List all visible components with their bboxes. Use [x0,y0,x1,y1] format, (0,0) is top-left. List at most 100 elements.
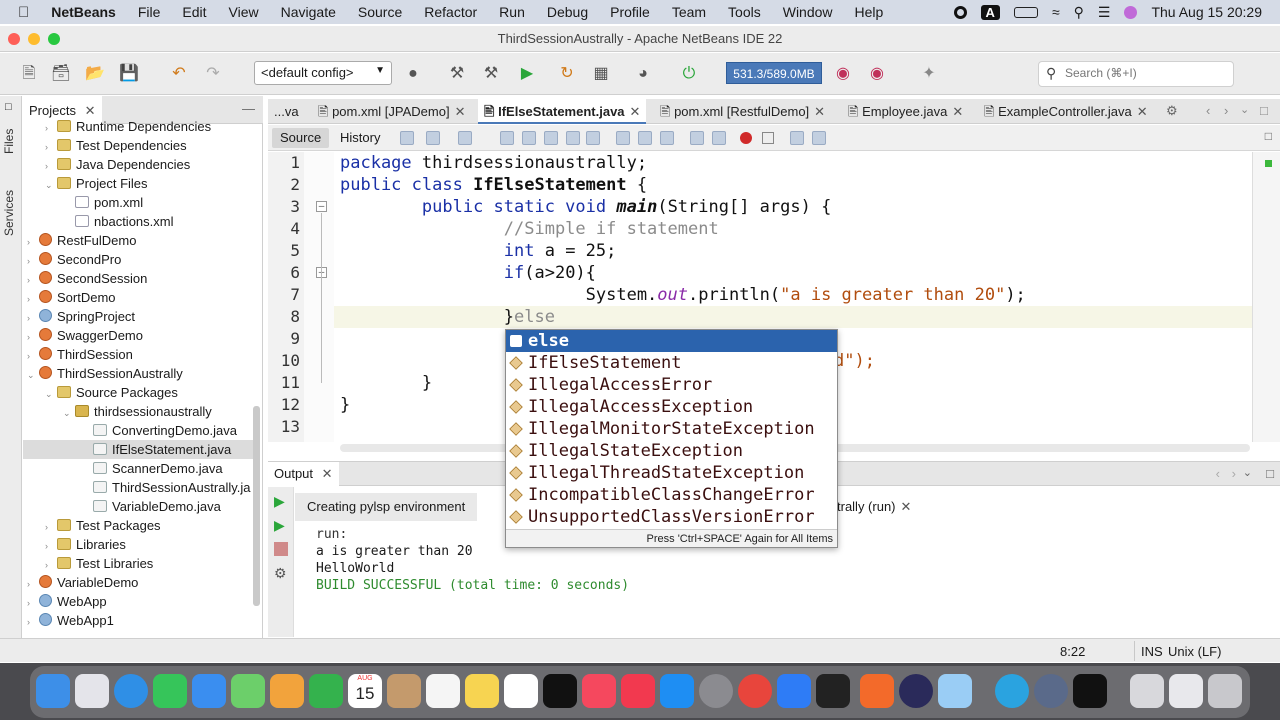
news-icon[interactable] [621,674,655,708]
new-project-icon[interactable]: 🗃 [50,63,72,85]
new-file-icon[interactable]: 🗎 [18,63,40,85]
insert-mode[interactable]: INS [1141,644,1163,659]
menu-file[interactable]: File [127,4,172,20]
tree-item[interactable]: › Test Libraries [23,554,253,573]
activity-monitor-icon[interactable] [816,674,850,708]
menu-window[interactable]: Window [772,4,844,20]
collapsed-chevron-icon[interactable]: › [27,613,39,632]
apple-tv-icon[interactable] [543,674,577,708]
menubar-clock[interactable]: Thu Aug 15 20:29 [1151,4,1262,20]
reminders-icon[interactable] [426,674,460,708]
next-bookmark-icon[interactable] [638,131,652,145]
tab-pom-restfuldemo[interactable]: 🖹 pom.xml [RestfulDemo] ✕ [654,99,831,124]
tab-ifelsestatement[interactable]: 🖹 IfElseStatement.java ✕ [478,99,647,124]
tree-item[interactable]: IfElseStatement.java [23,440,253,459]
tree-item[interactable]: › Test Packages [23,516,253,535]
completion-item[interactable]: IllegalMonitorStateException [506,418,837,440]
tab-va[interactable]: ...va [268,99,305,124]
tab-output[interactable]: Output ✕ [268,462,339,487]
maximize-editor-icon[interactable]: □ [1260,103,1268,118]
pause-io-checks-icon[interactable]: ◉ [832,63,854,85]
close-icon[interactable]: ✕ [814,104,825,119]
files-rail-tab[interactable]: Files [2,129,16,154]
completion-item[interactable]: IllegalAccessError [506,374,837,396]
launchpad-icon[interactable] [75,674,109,708]
menu-navigate[interactable]: Navigate [270,4,347,20]
open-project-icon[interactable]: 📂 [84,63,106,85]
menu-debug[interactable]: Debug [536,4,599,20]
forward-icon[interactable] [458,131,472,145]
spotlight-search-icon[interactable]: ⚲ [1074,4,1084,21]
chrome-icon[interactable] [738,674,772,708]
browser-globe-icon[interactable]: ● [402,63,424,85]
zoom-window-button[interactable] [48,33,60,45]
menu-help[interactable]: Help [844,4,895,20]
redo-icon[interactable]: ↷ [202,63,224,85]
tab-employee[interactable]: 🖹 Employee.java ✕ [842,99,969,124]
stop-io-checks-icon[interactable]: ◉ [866,63,888,85]
find-previous-icon[interactable] [522,131,536,145]
completion-item[interactable]: UnsupportedClassVersionError [506,506,837,528]
tree-item[interactable]: ConvertingDemo.java [23,421,253,440]
attach-debugger-icon[interactable]: ◕ [632,63,654,85]
tree-item[interactable]: › SwaggerDemo [23,326,253,345]
completion-item[interactable]: else [506,330,837,352]
apple-icon[interactable]:  [0,4,40,21]
rerun-with-params-icon[interactable]: ▶ [274,517,288,533]
config-select[interactable]: <default config> ▼ [254,61,392,85]
close-window-button[interactable] [8,33,20,45]
settings-icon[interactable]: ⚙ [274,565,288,581]
shift-left-icon[interactable] [690,131,704,145]
tree-item[interactable]: ⌄ Source Packages [23,383,253,402]
menu-edit[interactable]: Edit [171,4,217,20]
services-rail-tab[interactable]: Services [2,190,16,236]
history-view-button[interactable]: History [332,128,388,148]
run-icon[interactable]: ▶ [516,63,538,85]
minimize-window-button[interactable] [28,33,40,45]
caret-position[interactable]: 8:22 [1060,644,1085,659]
start-macro-icon[interactable] [740,132,752,144]
source-view-button[interactable]: Source [272,128,330,148]
subtab-run[interactable]: trally (run) ✕ [833,493,924,521]
last-edit-icon[interactable] [400,131,414,145]
close-icon[interactable]: ✕ [630,104,641,119]
trash-icon[interactable] [1208,674,1242,708]
subtab-pylsp[interactable]: Creating pylsp environment [295,493,478,521]
completion-item[interactable]: IllegalThreadStateException [506,462,837,484]
fold-toggle-icon[interactable]: – [316,201,327,212]
tree-item[interactable]: › WebApp [23,592,253,611]
tab-pom-jpademo[interactable]: 🖹 pom.xml [JPADemo] ✕ [312,99,472,124]
tree-item[interactable]: nbactions.xml [23,212,253,231]
eclipse-icon[interactable] [899,674,933,708]
toggle-bookmark-icon[interactable] [660,131,674,145]
list-icon[interactable]: ⌄ [1243,466,1252,479]
find-next-icon[interactable] [544,131,558,145]
tree-item[interactable]: › Java Dependencies [23,155,253,174]
scroll-right-icon[interactable]: › [1232,466,1236,481]
pin-icon[interactable]: ✦ [918,63,940,85]
tree-item[interactable]: › Runtime Dependencies [23,117,253,136]
scroll-left-icon[interactable]: ‹ [1216,466,1220,481]
scroll-tabs-left-icon[interactable]: ‹ [1206,103,1210,118]
stop-icon[interactable] [274,542,288,556]
completion-item[interactable]: IfElseStatement [506,352,837,374]
tree-item[interactable]: ⌄ ThirdSessionAustrally [23,364,253,383]
pen-app-icon[interactable] [860,674,894,708]
contacts-icon[interactable] [387,674,421,708]
mail-icon[interactable] [192,674,226,708]
tree-item[interactable]: ⌄ Project Files [23,174,253,193]
tree-item[interactable]: › SortDemo [23,288,253,307]
menu-profile[interactable]: Profile [599,4,661,20]
uncomment-icon[interactable] [812,131,826,145]
tab-list-icon[interactable]: ⌄ [1240,103,1249,116]
tree-item[interactable]: › WebApp1 [23,611,253,630]
tree-item[interactable]: › RestFulDemo [23,231,253,250]
tree-item[interactable]: ThirdSessionAustrally.ja [23,478,253,497]
find-icon[interactable] [500,131,514,145]
downloads-folder-icon[interactable] [1130,674,1164,708]
close-icon[interactable]: ✕ [1137,104,1148,119]
minimize-panel-icon[interactable]: — [242,101,255,116]
save-all-icon[interactable]: 💾 [118,63,140,85]
input-source-badge[interactable]: A [980,4,1000,20]
tab-examplecontroller[interactable]: 🖹 ExampleController.java ✕ [978,99,1154,124]
